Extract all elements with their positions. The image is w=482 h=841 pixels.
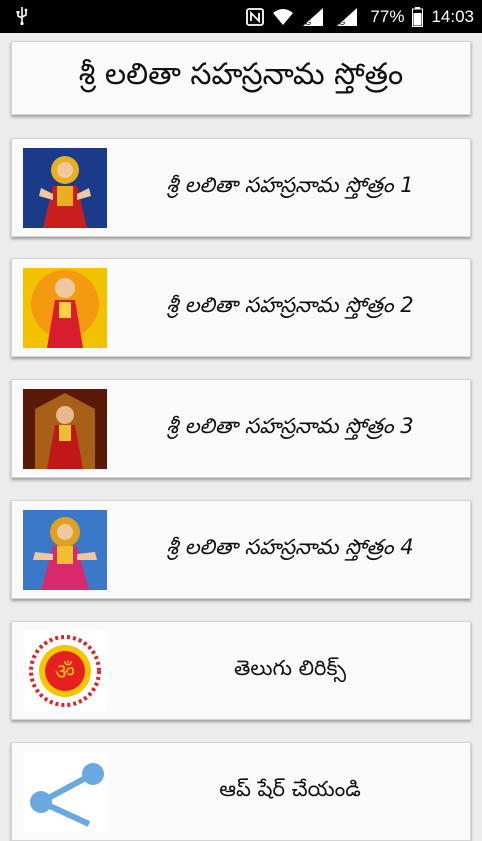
item-label: శ్రీ లలితా సహస్రనామ స్తోత్రం 3 [166, 413, 414, 438]
page-title: శ్రీ లలితా సహస్రనామ స్తోత్రం [78, 57, 404, 92]
clock: 14:03 [431, 6, 474, 26]
svg-text:G: G [305, 18, 311, 27]
nfc-icon [246, 7, 265, 26]
status-bar: G G 77% 14:03 [0, 0, 482, 33]
item-label: శ్రీ లలితా సహస్రనామ స్తోత్రం 2 [166, 292, 414, 317]
wifi-icon [272, 8, 294, 26]
signal-icon: G [336, 7, 362, 27]
list-item-stotram-2[interactable]: శ్రీ లలితా సహస్రనామ స్తోత్రం 2 [11, 258, 471, 357]
om-icon: ॐ [23, 631, 107, 711]
item-label: తెలుగు లిరిక్స్ [233, 655, 346, 680]
list-item-share-app[interactable]: ఆప్ షేర్ చేయండి [11, 742, 471, 841]
goddess-image [23, 510, 107, 590]
list-item-telugu-lyrics[interactable]: ॐ తెలుగు లిరిక్స్ [11, 621, 471, 720]
goddess-image [23, 148, 107, 228]
battery-icon [412, 6, 424, 27]
list-item-stotram-3[interactable]: శ్రీ లలితా సహస్రనామ స్తోత్రం 3 [11, 379, 471, 478]
usb-icon [16, 6, 28, 31]
list-item-stotram-4[interactable]: శ్రీ లలితా సహస్రనామ స్తోత్రం 4 [11, 500, 471, 599]
signal-icon: G [302, 7, 328, 27]
list-item-stotram-1[interactable]: శ్రీ లలితా సహస్రనామ స్తోత్రం 1 [11, 138, 471, 237]
goddess-image [23, 268, 107, 348]
item-label: శ్రీ లలితా సహస్రనామ స్తోత్రం 4 [166, 534, 414, 559]
item-label: శ్రీ లలితా సహస్రనామ స్తోత్రం 1 [166, 172, 414, 197]
app-title-card: శ్రీ లలితా సహస్రనామ స్తోత్రం [11, 41, 471, 115]
goddess-image [23, 389, 107, 469]
svg-text:G: G [339, 18, 345, 27]
share-icon [23, 752, 107, 832]
item-label: ఆప్ షేర్ చేయండి [219, 776, 361, 801]
svg-text:ॐ: ॐ [55, 660, 75, 685]
battery-percent: 77% [370, 6, 405, 26]
